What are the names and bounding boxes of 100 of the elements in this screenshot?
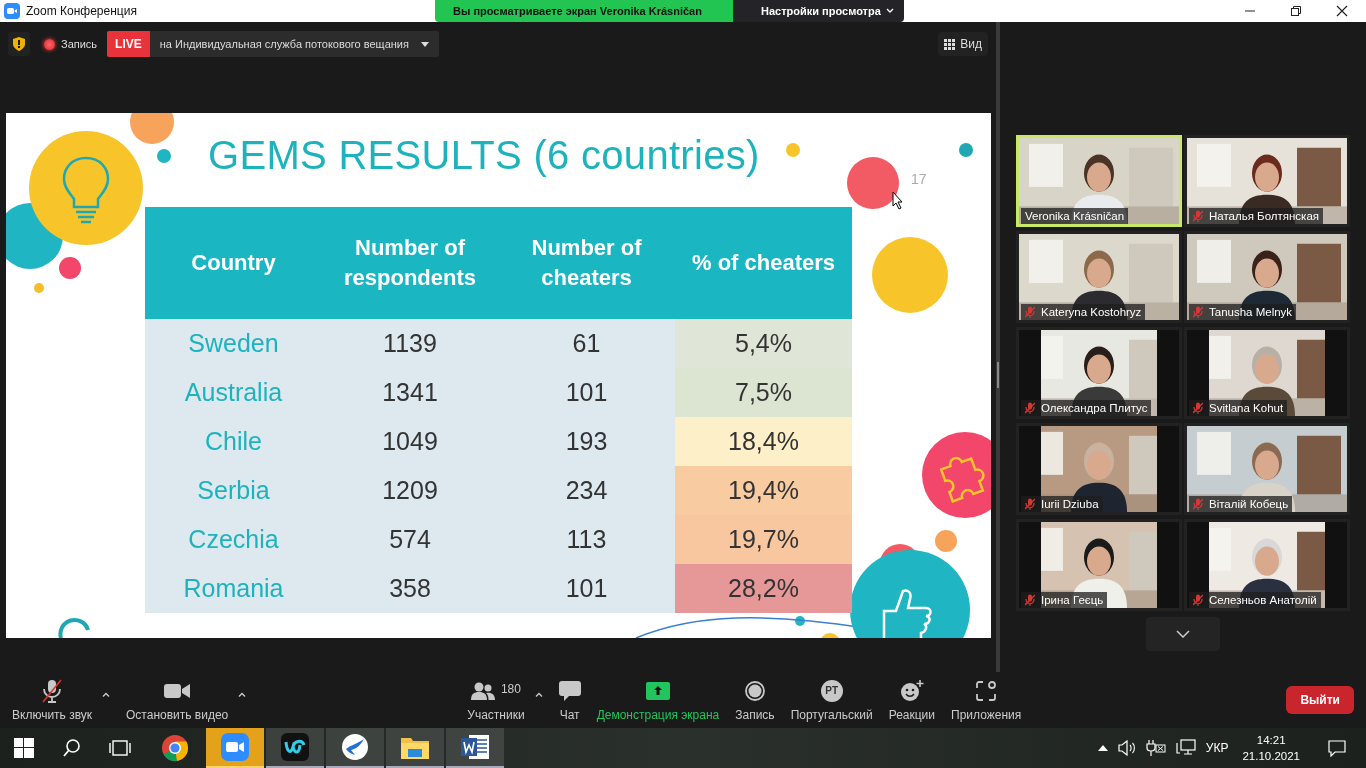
avatar-initials: PT bbox=[820, 679, 843, 702]
participant-name: Олександра Плитус bbox=[1041, 402, 1148, 414]
participant-name: Наталья Болтянская bbox=[1209, 210, 1319, 222]
clock-date: 21.10.2021 bbox=[1242, 749, 1300, 764]
table-cell-text: 101 bbox=[564, 377, 609, 408]
table-cell-text: 1139 bbox=[382, 328, 438, 359]
restore-icon[interactable] bbox=[1290, 5, 1302, 17]
people-icon bbox=[470, 681, 495, 700]
search-icon bbox=[63, 739, 81, 757]
participant-tile[interactable]: Наталья Болтянская bbox=[1184, 135, 1350, 227]
leave-button[interactable]: Выйти bbox=[1286, 686, 1354, 714]
video-camera-app-icon bbox=[221, 733, 249, 761]
chrome-icon bbox=[161, 734, 189, 762]
puzzle-icon bbox=[922, 432, 991, 518]
apps-icon bbox=[976, 680, 997, 701]
taskbar-app[interactable] bbox=[266, 728, 324, 768]
window-title: Zoom Конференция bbox=[26, 4, 137, 18]
table-cell-text: 234 bbox=[564, 475, 609, 506]
recording-label: Запись bbox=[61, 38, 98, 50]
wave-app-icon bbox=[281, 733, 309, 761]
live-badge: LIVE bbox=[107, 31, 150, 57]
toolbar-button[interactable]: Запись bbox=[731, 678, 779, 722]
bird-app-icon bbox=[341, 733, 369, 761]
toolbar-button[interactable]: Реакции bbox=[884, 678, 940, 722]
toolbar-button[interactable]: PT Португальский bbox=[786, 678, 877, 722]
view-button[interactable]: Вид bbox=[938, 32, 988, 56]
video-camera-icon bbox=[164, 682, 191, 699]
table-cell-text: 61 bbox=[571, 328, 602, 359]
chat-bubble-icon bbox=[558, 680, 581, 701]
table-cell: 18,4% bbox=[675, 417, 852, 466]
screen-share-banner: Вы просматриваете экран Veronika Krásničan bbox=[435, 0, 733, 22]
table-cell-text: Czechia bbox=[187, 524, 280, 555]
table-cell-text: Chile bbox=[204, 426, 263, 457]
participant-tile[interactable]: Олександра Плитус bbox=[1016, 327, 1182, 419]
participant-tile[interactable]: Tanusha Melnyk bbox=[1184, 231, 1350, 323]
toolbar-button[interactable]: Остановить видео bbox=[122, 678, 233, 722]
taskbar-app[interactable] bbox=[386, 728, 444, 768]
table-cell-text: Serbia bbox=[196, 475, 271, 506]
table-cell: 5,4% bbox=[675, 319, 852, 368]
caret-up-icon[interactable] bbox=[1097, 745, 1108, 751]
column-header: Country bbox=[190, 249, 277, 277]
table-cell-text: Australia bbox=[183, 377, 284, 408]
table-cell: 7,5% bbox=[675, 368, 852, 417]
toolbar-button[interactable]: Приложения bbox=[947, 678, 1026, 722]
caret-up-icon bbox=[238, 691, 247, 697]
toolbar-button[interactable]: Демонстрация экрана bbox=[592, 678, 724, 722]
windows-logo-icon bbox=[14, 738, 34, 758]
zoom-logo-icon bbox=[4, 3, 20, 19]
participant-name: Veronika Krásničan bbox=[1025, 210, 1125, 222]
caret-up-icon bbox=[534, 691, 543, 697]
toolbar-button[interactable]: Включить звук bbox=[8, 678, 97, 722]
participant-name: Svitlana Kohut bbox=[1209, 402, 1284, 414]
power-plug-icon[interactable] bbox=[1145, 740, 1166, 756]
participant-tile[interactable]: Iurii Dziuba bbox=[1016, 423, 1182, 515]
participant-count: 180 bbox=[500, 681, 521, 696]
table-cell: 28,2% bbox=[675, 564, 852, 613]
notification-icon[interactable] bbox=[1328, 739, 1346, 757]
security-button[interactable] bbox=[8, 32, 30, 56]
table-cell-text: 358 bbox=[388, 573, 432, 604]
participant-tile[interactable]: Kateryna Kostohryz bbox=[1016, 231, 1182, 323]
toolbar-button[interactable]: 180 Участники bbox=[463, 678, 529, 722]
clock[interactable]: 14:21 21.10.2021 bbox=[1242, 732, 1300, 764]
toolbar-button[interactable]: Чат bbox=[554, 678, 585, 722]
speaker-icon[interactable] bbox=[1117, 740, 1136, 756]
network-icon[interactable] bbox=[1175, 739, 1196, 757]
table-cell: 19,4% bbox=[675, 466, 852, 515]
recording-dot-icon bbox=[44, 38, 55, 50]
folder-icon bbox=[401, 735, 429, 759]
table-cell-text: 574 bbox=[388, 524, 432, 555]
lightbulb-icon bbox=[29, 131, 143, 245]
record-icon bbox=[744, 680, 765, 701]
livestream-dropdown[interactable]: LIVE на Индивидуальная служба потокового вещания bbox=[107, 31, 439, 57]
table-cell-text: 113 bbox=[565, 524, 608, 555]
column-header: Number of respondents bbox=[343, 234, 477, 292]
participant-tile[interactable]: Veronika Krásničan bbox=[1016, 135, 1182, 227]
share-screen-icon bbox=[645, 681, 670, 700]
stream-target: на Индивидуальная служба потокового вещания bbox=[159, 38, 409, 50]
caret-down-icon bbox=[420, 41, 429, 47]
table-cell-text: 101 bbox=[564, 573, 609, 604]
caret-up-icon bbox=[102, 691, 111, 697]
table-cell-text: 1049 bbox=[381, 426, 439, 457]
participant-tile[interactable]: Svitlana Kohut bbox=[1184, 327, 1350, 419]
document-app-icon bbox=[461, 734, 489, 760]
participant-name: Ірина Геєць bbox=[1041, 594, 1104, 606]
view-settings-button[interactable]: Настройки просмотра bbox=[733, 0, 904, 22]
participant-name: Iurii Dziuba bbox=[1041, 498, 1099, 510]
shield-icon bbox=[13, 37, 25, 51]
task-view-icon bbox=[109, 740, 131, 756]
taskbar-app[interactable] bbox=[326, 728, 384, 768]
close-icon[interactable] bbox=[1336, 5, 1348, 17]
taskbar-app[interactable] bbox=[446, 728, 504, 768]
participant-tile[interactable]: Селезньов Анатолій bbox=[1184, 519, 1350, 611]
participant-tile[interactable]: Віталій Кобець bbox=[1184, 423, 1350, 515]
grid-icon bbox=[944, 38, 956, 50]
keyboard-language[interactable]: УКР bbox=[1205, 741, 1229, 755]
participant-name: Kateryna Kostohryz bbox=[1041, 306, 1142, 318]
participant-tile[interactable]: Ірина Геєць bbox=[1016, 519, 1182, 611]
table-cell-text: 193 bbox=[564, 426, 609, 457]
participant-name: Віталій Кобець bbox=[1209, 498, 1289, 510]
participant-name: Селезньов Анатолій bbox=[1209, 594, 1317, 606]
